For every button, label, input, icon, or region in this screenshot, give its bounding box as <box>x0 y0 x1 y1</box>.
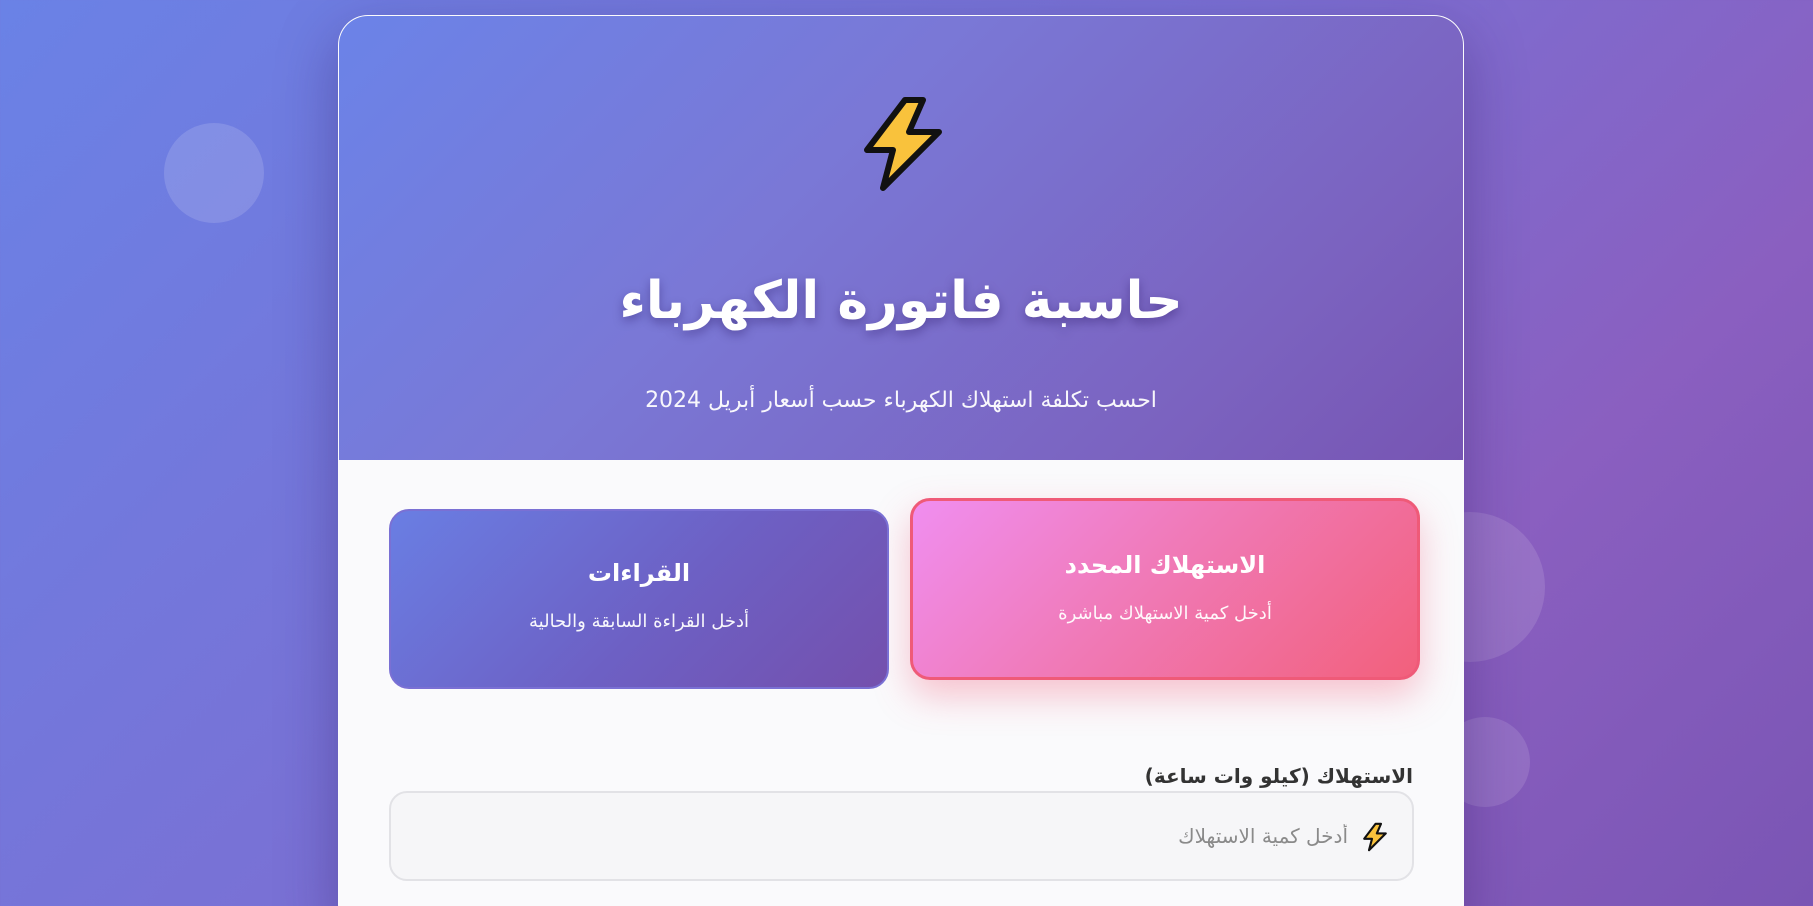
page-subtitle: احسب تكلفة استهلاك الكهرباء حسب أسعار أب… <box>645 388 1157 413</box>
lightning-bolt-icon <box>864 97 942 191</box>
mode-description: أدخل كمية الاستهلاك مباشرة <box>1058 603 1272 624</box>
consumption-input[interactable] <box>391 793 1412 879</box>
mode-description: أدخل القراءة السابقة والحالية <box>529 611 749 632</box>
mode-readings-button[interactable]: القراءات أدخل القراءة السابقة والحالية <box>389 509 889 689</box>
header-section: حاسبة فاتورة الكهرباء احسب تكلفة استهلاك… <box>339 16 1463 460</box>
calculator-card: حاسبة فاتورة الكهرباء احسب تكلفة استهلاك… <box>338 15 1464 906</box>
mode-title: القراءات <box>587 559 691 587</box>
mode-direct-consumption-button[interactable]: الاستهلاك المحدد أدخل كمية الاستهلاك مبا… <box>910 498 1420 680</box>
consumption-input-wrapper <box>389 791 1414 881</box>
mode-title: الاستهلاك المحدد <box>1064 551 1266 579</box>
page-title: حاسبة فاتورة الكهرباء <box>619 271 1183 331</box>
decorative-bubble <box>164 123 264 223</box>
consumption-label: الاستهلاك (كيلو وات ساعة) <box>1144 764 1413 788</box>
lightning-bolt-icon <box>1363 822 1387 852</box>
